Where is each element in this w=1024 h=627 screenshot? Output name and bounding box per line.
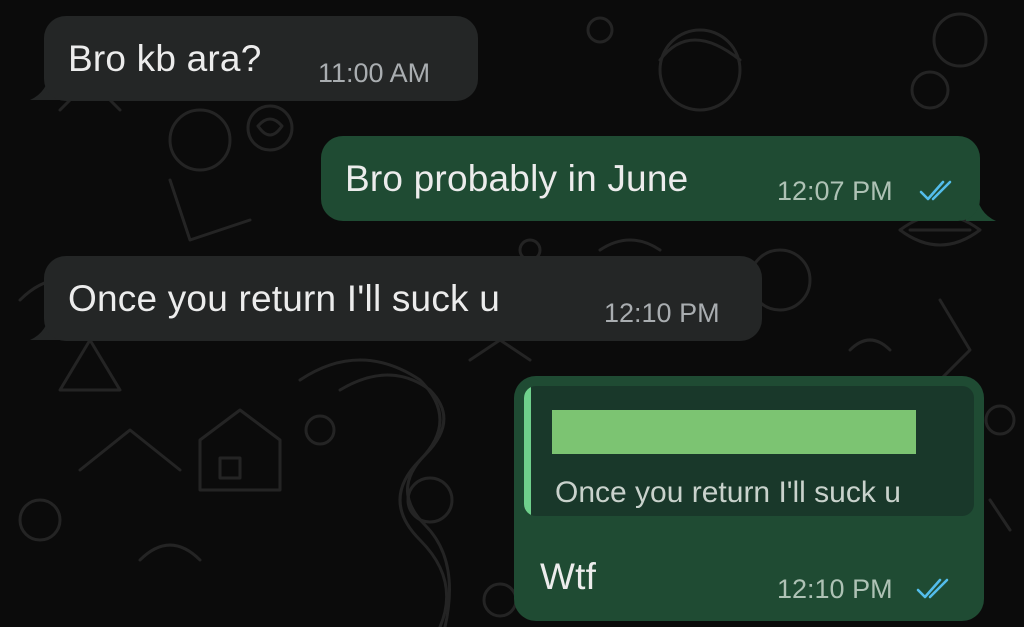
message-bubble-outgoing-reply[interactable]: Once you return I'll suck u Wtf 12:10 PM <box>514 376 984 621</box>
message-timestamp: 12:10 PM <box>604 298 720 328</box>
quoted-message[interactable]: Once you return I'll suck u <box>524 386 974 516</box>
double-check-icon <box>919 180 952 201</box>
message-text: Bro kb ara? <box>68 38 262 79</box>
message-text: Wtf <box>540 556 597 597</box>
redacted-sender-name <box>552 410 916 454</box>
message-timestamp: 12:07 PM <box>777 176 893 206</box>
message-text: Once you return I'll suck u <box>68 278 500 319</box>
message-bubble-incoming[interactable]: Bro kb ara? 11:00 AM <box>44 16 478 101</box>
message-bubble-outgoing[interactable]: Bro probably in June 12:07 PM <box>321 136 980 221</box>
message-timestamp: 12:10 PM <box>777 574 893 604</box>
quote-accent-bar <box>524 386 531 516</box>
message-bubble-incoming[interactable]: Once you return I'll suck u 12:10 PM <box>44 256 762 341</box>
quoted-message-text: Once you return I'll suck u <box>555 476 901 509</box>
message-text: Bro probably in June <box>345 158 689 199</box>
message-timestamp: 11:00 AM <box>318 58 431 88</box>
double-check-icon <box>916 578 949 599</box>
